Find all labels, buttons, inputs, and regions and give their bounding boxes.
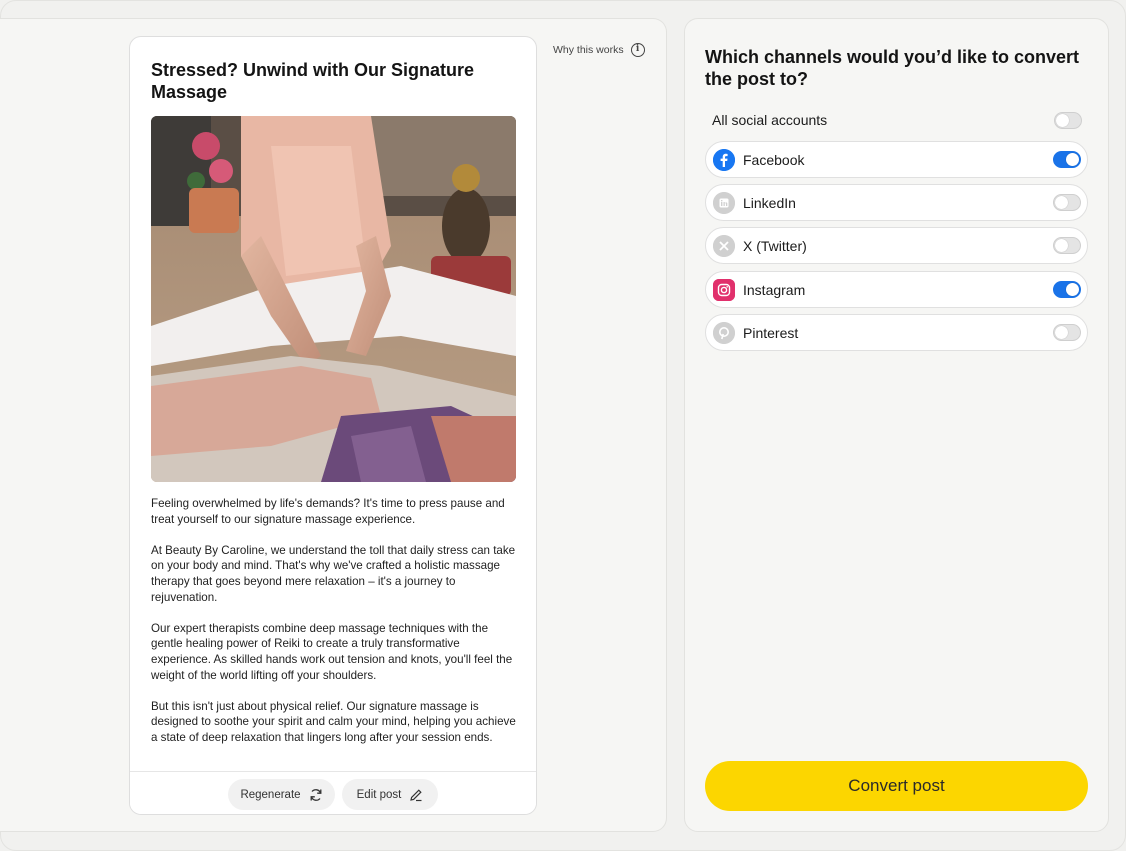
toggle-knob xyxy=(1056,113,1069,127)
refresh-icon xyxy=(310,788,321,801)
instagram-toggle[interactable] xyxy=(1053,281,1081,298)
why-this-works-label: Why this works xyxy=(553,44,624,56)
channel-label: Facebook xyxy=(743,151,805,168)
post-paragraph: Feeling overwhelmed by life's demands? I… xyxy=(151,497,505,526)
channel-label: LinkedIn xyxy=(743,194,796,211)
edit-post-label: Edit post xyxy=(356,788,402,801)
channel-row-linkedin[interactable]: LinkedIn xyxy=(705,184,1088,221)
instagram-icon xyxy=(713,278,735,301)
convert-post-button[interactable]: Convert post xyxy=(705,761,1088,811)
info-icon: i xyxy=(630,43,645,57)
channel-row-pinterest[interactable]: Pinterest xyxy=(705,314,1088,351)
channel-row-instagram[interactable]: Instagram xyxy=(705,271,1088,308)
post-title: Stressed? Unwind with Our Signature Mass… xyxy=(151,60,475,102)
all-social-accounts-label: All social accounts xyxy=(712,112,828,128)
post-paragraph: At Beauty By Caroline, we understand the… xyxy=(151,543,516,604)
x-twitter-icon xyxy=(713,234,735,257)
post-body: Feeling overwhelmed by life's demands? I… xyxy=(151,496,521,761)
all-social-accounts-row: All social accounts xyxy=(712,109,1082,131)
post-paragraph: But this isn't just about physical relie… xyxy=(151,699,516,744)
facebook-toggle[interactable] xyxy=(1053,151,1081,168)
channel-label: X (Twitter) xyxy=(743,237,807,254)
pinterest-icon xyxy=(713,321,735,344)
toggle-knob xyxy=(1055,326,1068,339)
toggle-knob xyxy=(1066,153,1079,166)
x-twitter-toggle[interactable] xyxy=(1053,237,1081,254)
channel-label: Pinterest xyxy=(743,324,799,341)
channel-row-facebook[interactable]: Facebook xyxy=(705,141,1088,178)
all-social-accounts-toggle[interactable] xyxy=(1054,111,1082,129)
post-paragraph: Our expert therapists combine deep massa… xyxy=(151,621,513,682)
channels-question: Which channels would you’d like to conve… xyxy=(705,47,1080,89)
linkedin-icon xyxy=(713,191,735,214)
edit-post-button[interactable]: Edit post xyxy=(342,779,438,810)
channel-label: Instagram xyxy=(743,281,806,298)
channel-row-x-twitter[interactable]: X (Twitter) xyxy=(705,227,1088,264)
regenerate-button[interactable]: Regenerate xyxy=(228,779,335,810)
post-image xyxy=(151,116,516,482)
post-card-footer: Regenerate Edit post xyxy=(130,771,536,814)
massage-photo xyxy=(151,116,516,482)
toggle-knob xyxy=(1055,239,1068,252)
pinterest-toggle[interactable] xyxy=(1053,324,1081,341)
regenerate-label: Regenerate xyxy=(240,788,301,801)
post-card: Stressed? Unwind with Our Signature Mass… xyxy=(129,36,537,815)
toggle-knob xyxy=(1066,283,1079,296)
pencil-icon xyxy=(410,788,423,801)
toggle-knob xyxy=(1055,196,1068,209)
linkedin-toggle[interactable] xyxy=(1053,194,1081,211)
why-this-works-link[interactable]: Why this works i xyxy=(553,43,645,57)
facebook-icon xyxy=(713,148,735,171)
